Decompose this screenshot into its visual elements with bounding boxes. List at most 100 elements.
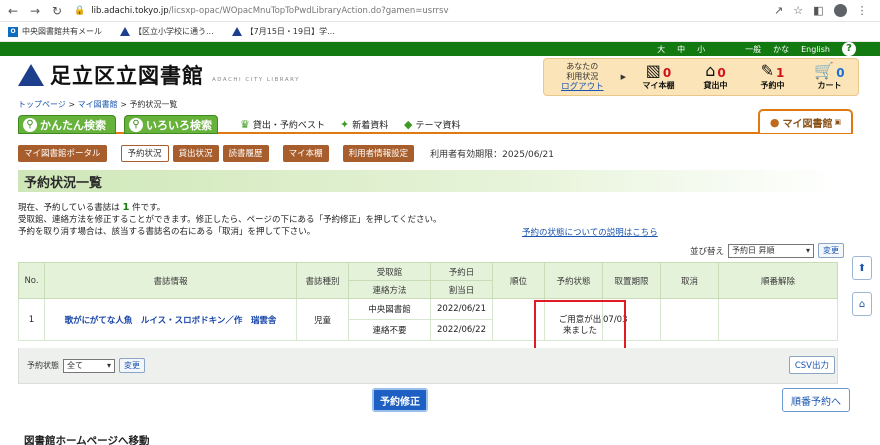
row-pickup[interactable]: 中央図書館 <box>348 298 431 320</box>
col-status: 予約状態 <box>544 262 603 299</box>
filter-select[interactable]: 全て ▾ <box>63 358 115 373</box>
subnav-history[interactable]: 読書履歴 <box>222 144 269 162</box>
logout-link[interactable]: ログアウト <box>544 82 621 92</box>
stat-reservations[interactable]: ✎ 1 予約中 <box>744 63 801 91</box>
breadcrumb-mylib[interactable]: マイ図書館 <box>78 100 118 109</box>
tab-advanced-search[interactable]: ⚲ いろいろ検索 <box>124 115 218 134</box>
breadcrumb-current: 予約状況一覧 <box>129 100 178 109</box>
reload-icon[interactable]: ↻ <box>48 2 66 20</box>
mylib-subnav: マイ図書館ポータル 予約状況 貸出状況 読書履歴 マイ本棚 利用者情報設定 利用… <box>18 144 554 162</box>
reservation-icon: ✎ <box>760 61 775 80</box>
subnav-loans[interactable]: 貸出状況 <box>172 144 219 162</box>
col-deadline: 取置期限 <box>602 262 661 299</box>
subnav-portal[interactable]: マイ図書館ポータル <box>18 144 107 162</box>
forward-arrow-icon[interactable]: → <box>26 2 44 20</box>
url-path: /licsxp-opac/WOpacMnuTopToPwdLibraryActi… <box>168 5 449 16</box>
filter-label: 予約状態 <box>27 361 59 370</box>
modify-reservation-button[interactable]: 予約修正 <box>372 388 428 412</box>
stat-cart[interactable]: 🛒 0 カート <box>801 63 858 91</box>
search-icon: ⚲ <box>23 117 37 132</box>
sort-select[interactable]: 予約日 昇順 ▾ <box>728 243 815 258</box>
subnav-bookshelf[interactable]: マイ本棚 <box>282 144 329 162</box>
house-icon: ⌂ <box>705 61 716 80</box>
bookshelf-icon: ▧ <box>645 61 661 80</box>
validity-date: 利用者有効期限：2025/06/21 <box>430 149 554 160</box>
profile-avatar-icon[interactable] <box>833 4 847 17</box>
footer-heading: 図書館ホームページへ移動 <box>24 435 150 445</box>
filter-bar: 予約状態 全て ▾ 変更 CSV出力 <box>18 348 838 384</box>
row-cancel-order <box>718 298 838 341</box>
logo-triangle-icon <box>18 64 44 86</box>
sort-controls: 並び替え 予約日 昇順 ▾ 変更 <box>690 243 845 258</box>
triangle-icon <box>231 27 242 36</box>
col-cancel: 取消 <box>660 262 719 299</box>
tag-icon: ◆ <box>404 118 413 131</box>
row-no: 1 <box>18 298 45 341</box>
status-highlight-box: ご用意が出 来ました <box>534 300 626 352</box>
triangle-icon <box>120 27 130 36</box>
status-help-link[interactable]: 予約の状態についての説明はこちら <box>522 226 658 238</box>
sort-label: 並び替え <box>690 246 725 257</box>
sidebar-icon[interactable]: ◧ <box>813 4 823 17</box>
mode-english[interactable]: English <box>801 45 830 54</box>
site-header: 足立区立図書館 ADACHI CITY LIBRARY あなたの 利用状況 ログ… <box>0 56 880 96</box>
menu-dots-icon[interactable]: ⋮ <box>857 4 868 17</box>
tab-best[interactable]: ♛ 貸出・予約ベスト <box>240 118 325 131</box>
bookmark-item[interactable]: 【7月15日・19日】学... <box>231 26 335 37</box>
row-type: 児童 <box>296 298 349 341</box>
tab-mylibrary[interactable]: ● マイ図書館 ▣ <box>758 109 853 133</box>
mode-kana[interactable]: かな <box>773 44 789 55</box>
row-contact[interactable]: 連絡不要 <box>348 319 431 341</box>
table-row: 1 歌がにがてな人魚 ルイス・スロボドキン／作 瑞雲舎 児童 中央図書館 202… <box>18 298 838 341</box>
col-assign-date: 割当日 <box>430 280 493 299</box>
col-contact: 連絡方法 <box>348 280 431 299</box>
url-host: lib.adachi.tokyo.jp <box>91 5 169 16</box>
user-status: あなたの 利用状況 ログアウト <box>544 62 621 92</box>
home-icon[interactable]: ⌂ <box>852 292 872 316</box>
subnav-user-settings[interactable]: 利用者情報設定 <box>342 144 415 162</box>
sort-change-button[interactable]: 変更 <box>818 243 845 258</box>
site-logo[interactable]: 足立区立図書館 ADACHI CITY LIBRARY <box>18 60 300 90</box>
stat-bookshelf[interactable]: ▧ 0 マイ本棚 <box>630 63 687 91</box>
status-text-line1: ご用意が出 <box>558 315 602 325</box>
tab-easy-search[interactable]: ⚲ かんたん検索 <box>18 115 116 134</box>
address-bar[interactable]: 🔒 lib.adachi.tokyo.jp /licsxp-opac/WOpac… <box>74 1 764 20</box>
scroll-top-icon[interactable]: ⬆ <box>852 256 872 280</box>
help-icon[interactable]: ? <box>842 42 856 56</box>
col-type: 書誌種別 <box>296 262 349 299</box>
col-no: No. <box>18 262 45 299</box>
person-icon: ● <box>769 115 780 129</box>
logo-subtitle: ADACHI CITY LIBRARY <box>212 77 300 83</box>
breadcrumb-top[interactable]: トップページ <box>18 100 66 109</box>
filter-change-button[interactable]: 変更 <box>119 358 145 373</box>
col-pickup: 受取館 <box>348 262 431 281</box>
chevron-down-icon: ▾ <box>106 361 111 370</box>
search-icon: ⚲ <box>129 117 143 132</box>
breadcrumb: トップページ > マイ図書館 > 予約状況一覧 <box>18 100 178 109</box>
row-reserve-date: 2022/06/21 <box>430 298 493 320</box>
tab-new-items[interactable]: ✦ 新着資料 <box>340 118 388 131</box>
logo-title: 足立区立図書館 <box>50 64 204 88</box>
row-title-link[interactable]: 歌がにがてな人魚 ルイス・スロボドキン／作 瑞雲舎 <box>44 298 297 341</box>
status-text-line2: 来ました <box>562 326 597 336</box>
bookmark-item[interactable]: O 中央図書館共有メール <box>8 26 102 37</box>
bookmark-item[interactable]: 【区立小学校に通う... <box>120 26 214 37</box>
side-tools: ⬆ ⌂ <box>852 256 874 328</box>
col-rank: 順位 <box>492 262 545 299</box>
subnav-reservations[interactable]: 予約状況 <box>120 144 169 162</box>
tab-theme[interactable]: ◆ テーマ資料 <box>404 118 460 131</box>
font-size-large[interactable]: 大 <box>657 44 665 55</box>
cart-icon: 🛒 <box>814 61 835 80</box>
csv-export-button[interactable]: CSV出力 <box>788 356 835 374</box>
star-icon[interactable]: ☆ <box>793 4 803 17</box>
mode-general[interactable]: 一般 <box>745 44 761 55</box>
stat-loans[interactable]: ⌂ 0 貸出中 <box>687 63 744 91</box>
reservation-table: No. 書誌情報 書誌種別 受取館 予約日 順位 予約状態 取置期限 取消 順番… <box>18 262 838 341</box>
lock-icon: ▣ <box>834 118 842 126</box>
page-title: 予約状況一覧 <box>18 170 838 192</box>
queue-reservation-button[interactable]: 順番予約へ <box>782 388 850 412</box>
font-size-medium[interactable]: 中 <box>677 44 685 55</box>
back-arrow-icon[interactable]: ← <box>4 2 22 20</box>
font-size-small[interactable]: 小 <box>697 44 705 55</box>
share-icon[interactable]: ↗ <box>774 4 783 17</box>
